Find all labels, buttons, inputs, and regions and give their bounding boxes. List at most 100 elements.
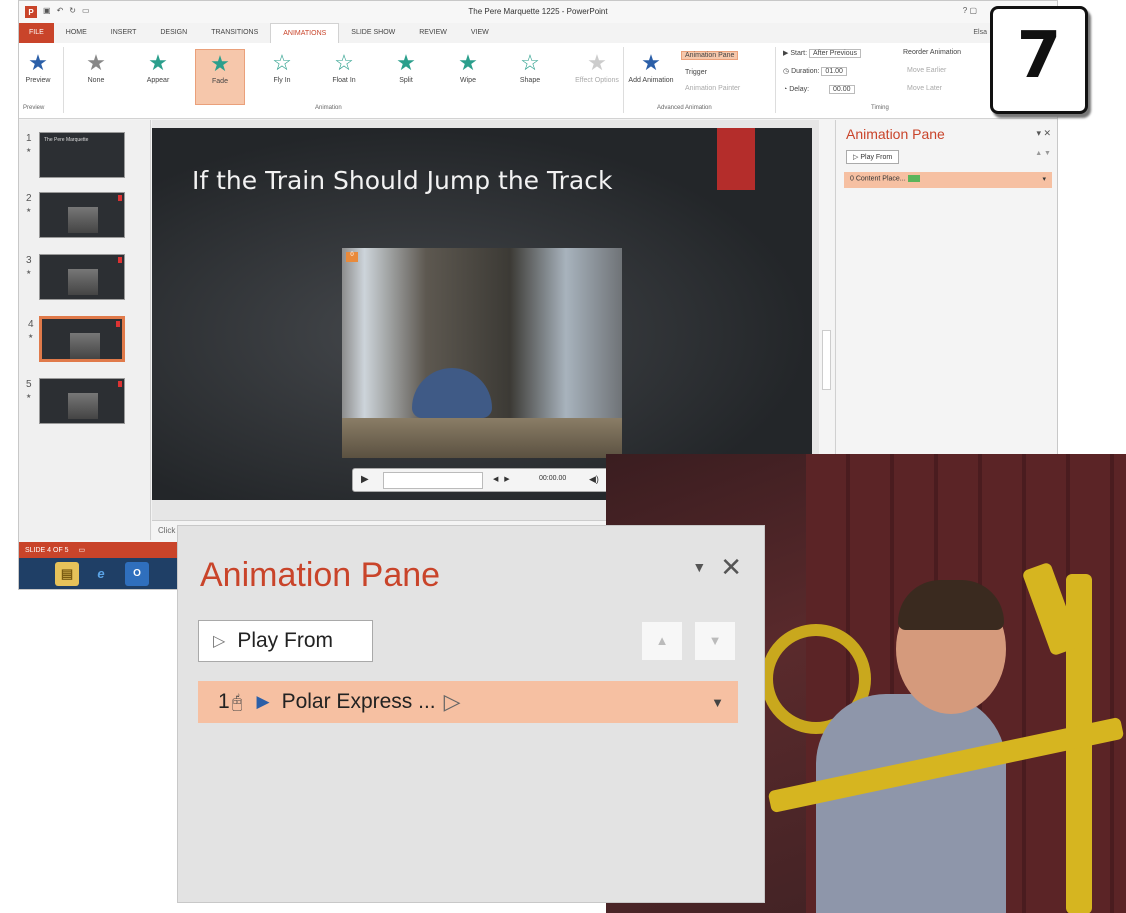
effect-label: None (87, 77, 105, 84)
slide-title[interactable]: If the Train Should Jump the Track (192, 166, 612, 195)
slide-thumbnail[interactable]: 2 ★ (26, 192, 125, 238)
tab-transitions[interactable]: TRANSITIONS (199, 23, 270, 43)
effect-label: Fly In (273, 77, 291, 84)
reorder-arrows-icon[interactable]: ▲ ▼ (1035, 150, 1051, 157)
seek-icons[interactable]: ◀ ▶ (493, 475, 510, 483)
item-dropdown-icon[interactable]: ▼ (711, 695, 724, 710)
on-click-mouse-icon: 🖰 (231, 691, 243, 712)
tab-animations[interactable]: ANIMATIONS (270, 23, 340, 43)
tab-home[interactable]: HOME (54, 23, 99, 43)
close-icon[interactable]: ✕ (720, 554, 742, 580)
photo-kid-body (816, 694, 1006, 913)
tab-slide-show[interactable]: SLIDE SHOW (339, 23, 407, 43)
effect-label: Shape (519, 77, 541, 84)
user-name[interactable]: Elsa (973, 29, 987, 36)
preview-group-label: Preview (23, 105, 45, 111)
outlook-icon[interactable]: O (125, 562, 149, 586)
slide-number: 1 (26, 133, 32, 144)
slide-thumbnail-selected[interactable]: 4 ★ (28, 316, 125, 362)
delay-label: Delay: (789, 86, 810, 93)
play-icon: ▷ (853, 154, 859, 161)
delay-input[interactable]: 00.00 (828, 85, 855, 94)
move-earlier-button[interactable]: Move Earlier (907, 67, 946, 74)
start-field: ▶ Start: After Previous (783, 49, 861, 58)
tab-insert[interactable]: INSERT (99, 23, 149, 43)
tab-design[interactable]: DESIGN (148, 23, 199, 43)
slide-thumbnail[interactable]: 5 ★ (26, 378, 125, 424)
pane-controls: ▼ ✕ (692, 554, 742, 580)
slide-canvas[interactable]: If the Train Should Jump the Track 0 ▶ ◀… (152, 128, 812, 500)
thumbnail-image (68, 393, 98, 419)
move-up-button[interactable]: ▲ (642, 622, 682, 660)
add-animation-button[interactable]: ★ Add Animation (627, 49, 675, 84)
play-icon[interactable]: ▶ (361, 474, 369, 485)
play-from-button[interactable]: ▷ Play From (198, 620, 373, 662)
slide-thumbnail-text: The Pere Marquette (44, 137, 89, 143)
tab-review[interactable]: REVIEW (407, 23, 459, 43)
notes-icon[interactable]: ▭ (79, 547, 86, 554)
reorder-animation-label: Reorder Animation (903, 49, 961, 56)
pane-options-dropdown-icon[interactable]: ▼ (692, 559, 706, 575)
group-separator (63, 47, 64, 113)
effect-label: Split (399, 77, 413, 84)
float-in-star-icon: ☆ (334, 50, 354, 75)
preview-button[interactable]: ★ Preview (21, 49, 55, 84)
step-number-callout: 7 (990, 6, 1088, 114)
animation-item-number: 1 (218, 690, 230, 713)
pane-close-icon[interactable]: ▾ ✕ (1036, 128, 1051, 139)
effect-appear-button[interactable]: ★ Appear (133, 49, 183, 84)
effect-shape-button[interactable]: ☆ Shape (505, 49, 555, 84)
effect-fly-in-button[interactable]: ☆ Fly In (257, 49, 307, 84)
ribbon: ★ Preview Preview ★ None ★ Appear ★ Fade… (19, 43, 1057, 119)
animation-item[interactable]: 1 🖰 ▶ Polar Express ... ▷ ▼ (198, 681, 738, 723)
item-dropdown-icon[interactable]: ▾ (1042, 175, 1046, 183)
play-from-label: Play From (237, 629, 333, 652)
move-later-button[interactable]: Move Later (907, 85, 942, 92)
effect-none-button[interactable]: ★ None (71, 49, 121, 84)
slide-counter: SLIDE 4 OF 5 (25, 547, 69, 554)
tab-view[interactable]: VIEW (459, 23, 501, 43)
help-icon[interactable]: ? ▢ (963, 6, 977, 15)
animation-star-icon: ★ (26, 394, 32, 400)
start-label: Start: (790, 50, 808, 57)
animation-item-label: 0 Content Place... (850, 175, 906, 183)
effect-options-button[interactable]: ★ Effect Options (575, 49, 619, 84)
effect-float-in-button[interactable]: ☆ Float In (319, 49, 369, 84)
animation-painter-button[interactable]: Animation Painter (685, 85, 740, 92)
slide-thumbnail[interactable]: 1 ★ The Pere Marquette (26, 132, 125, 178)
slide-thumbnail[interactable]: 3 ★ (26, 254, 125, 300)
play-from-button-small[interactable]: ▷ Play From (846, 150, 900, 164)
duration-label: Duration: (791, 68, 820, 75)
effect-label: Appear (146, 77, 170, 84)
slide-number: 5 (26, 379, 32, 390)
trigger-button[interactable]: Trigger (685, 69, 707, 76)
start-dropdown[interactable]: After Previous (809, 49, 861, 58)
animation-pane-button[interactable]: Animation Pane (681, 51, 739, 60)
animation-pane-title: Animation Pane (200, 556, 441, 594)
animation-pane-title: Animation Pane (846, 126, 945, 142)
duration-input[interactable]: 01.00 (821, 67, 847, 76)
move-down-button[interactable]: ▼ (695, 622, 735, 660)
shape-star-icon: ☆ (520, 50, 540, 75)
file-explorer-icon[interactable]: ▤ (55, 562, 79, 586)
thumbnail-red-mark (116, 321, 120, 327)
appear-star-icon: ★ (148, 50, 168, 75)
animation-star-icon: ★ (26, 270, 32, 276)
effect-options-icon: ★ (587, 50, 607, 75)
slide-number: 4 (28, 319, 34, 330)
animation-item-name: Polar Express ... (281, 690, 436, 713)
video-progress-bar[interactable] (383, 472, 483, 489)
animation-star-icon: ★ (26, 148, 32, 154)
thumbnail-image (68, 269, 98, 295)
volume-icon[interactable]: ◀) (589, 474, 599, 485)
duration-field: ◷ Duration: 01.00 (783, 67, 847, 76)
effect-wipe-button[interactable]: ★ Wipe (443, 49, 493, 84)
scrollbar-thumb[interactable] (822, 330, 831, 390)
animation-item-small[interactable]: 0 Content Place... ▾ (844, 172, 1052, 188)
effect-fade-button[interactable]: ★ Fade (195, 49, 245, 105)
internet-explorer-icon[interactable]: e (89, 562, 113, 586)
tab-file[interactable]: FILE (19, 23, 54, 43)
video-placeholder[interactable]: 0 (342, 248, 622, 458)
effect-split-button[interactable]: ★ Split (381, 49, 431, 84)
animation-star-icon: ★ (26, 208, 32, 214)
